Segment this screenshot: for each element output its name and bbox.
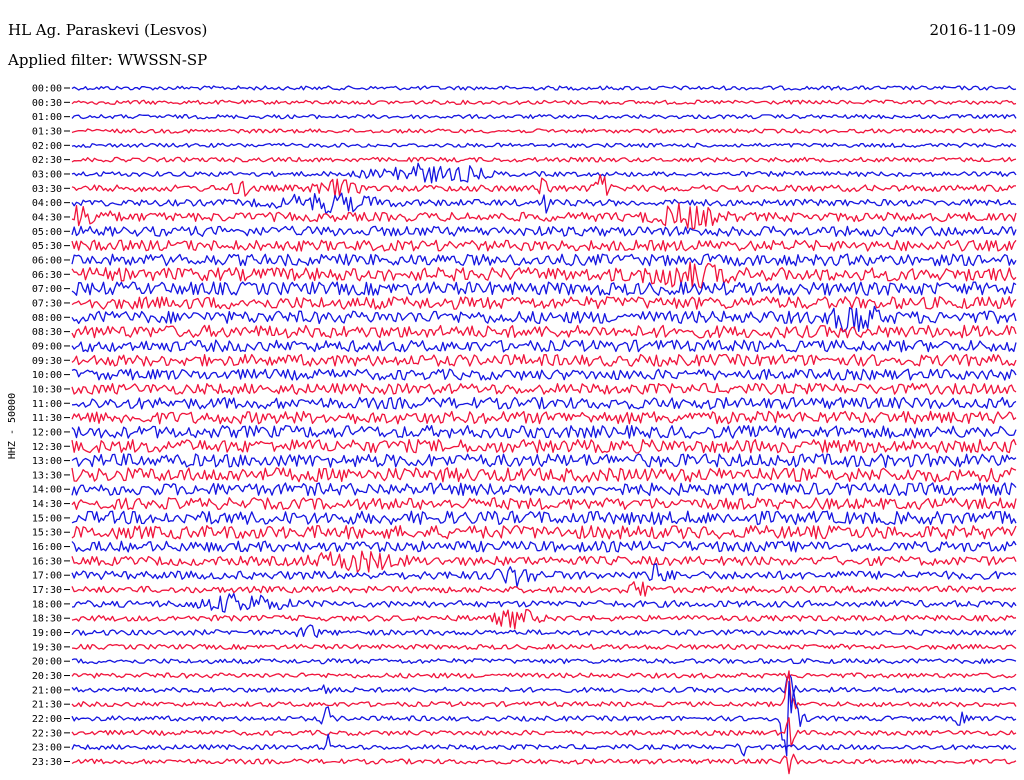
seismic-trace-line xyxy=(71,410,1017,425)
time-tick-label: 08:30 xyxy=(32,327,62,338)
helicorder-plot: 00:00 00:30 01:00 01:30 02:00 02:30 03:00 03:30… xyxy=(32,84,1017,775)
seismic-trace-line xyxy=(71,425,1017,439)
time-tick-label: 14:30 xyxy=(32,499,62,510)
seismic-trace-line xyxy=(71,382,1017,395)
time-tick-label: 17:00 xyxy=(32,571,62,582)
time-tick-label: 17:30 xyxy=(32,585,62,596)
time-tick-label: 13:30 xyxy=(32,470,62,481)
time-tick-label: 09:00 xyxy=(32,341,62,352)
time-tick-label: 19:30 xyxy=(32,642,62,653)
seismic-trace-line xyxy=(71,281,1017,296)
time-tick-label: 18:30 xyxy=(32,614,62,625)
time-tick-label: 14:00 xyxy=(32,485,62,496)
time-tick-label: 07:00 xyxy=(32,284,62,295)
time-tick-label: 00:00 xyxy=(32,84,62,95)
seismic-trace-line xyxy=(71,339,1017,353)
time-tick-label: 01:00 xyxy=(32,112,62,123)
time-tick-label: 05:00 xyxy=(32,227,62,238)
seismic-trace-line xyxy=(71,592,1017,613)
time-tick-label: 13:00 xyxy=(32,456,62,467)
time-tick-label: 16:00 xyxy=(32,542,62,553)
seismic-trace-line xyxy=(71,510,1017,526)
time-tick-label: 04:00 xyxy=(32,198,62,209)
seismic-trace-line xyxy=(71,753,1017,775)
seismic-trace-line xyxy=(71,609,1017,630)
time-tick-label: 04:30 xyxy=(32,212,62,223)
time-tick-label: 05:30 xyxy=(32,241,62,252)
time-tick-label: 02:00 xyxy=(32,141,62,152)
seismic-trace-line xyxy=(71,733,1017,757)
seismic-trace-line xyxy=(71,85,1017,91)
time-tick-label: 18:00 xyxy=(32,599,62,610)
time-tick-label: 19:00 xyxy=(32,628,62,639)
time-tick-label: 10:00 xyxy=(32,370,62,381)
seismic-trace-line xyxy=(71,324,1017,339)
seismic-trace-line xyxy=(71,540,1017,553)
seismic-trace-line xyxy=(71,717,1017,748)
time-tick-label: 06:30 xyxy=(32,270,62,281)
seismic-trace-line xyxy=(71,672,1017,679)
time-tick-label: 11:30 xyxy=(32,413,62,424)
time-tick-label: 23:00 xyxy=(32,743,62,754)
seismic-trace-line xyxy=(71,563,1017,588)
seismic-trace-line xyxy=(71,658,1017,665)
seismic-trace-line xyxy=(71,467,1017,483)
seismic-trace-line xyxy=(71,368,1017,381)
time-tick-label: 00:30 xyxy=(32,98,62,109)
time-tick-label: 20:30 xyxy=(32,671,62,682)
time-tick-label: 22:00 xyxy=(32,714,62,725)
seismic-trace-line xyxy=(72,396,1017,410)
time-tick-label: 08:00 xyxy=(32,313,62,324)
seismic-trace-line xyxy=(71,643,1017,650)
seismic-trace-line xyxy=(71,453,1017,468)
time-tick-label: 03:30 xyxy=(32,184,62,195)
time-tick-label: 16:30 xyxy=(32,556,62,567)
time-tick-label: 15:00 xyxy=(32,513,62,524)
seismic-trace-line xyxy=(71,581,1017,597)
time-tick-label: 15:30 xyxy=(32,528,62,539)
seismic-trace-line xyxy=(71,524,1017,540)
seismic-trace-line xyxy=(71,253,1017,267)
time-tick-label: 11:00 xyxy=(32,399,62,410)
seismic-trace-line xyxy=(71,353,1017,367)
time-tick-label: 03:00 xyxy=(32,169,62,180)
seismic-trace-line xyxy=(71,142,1017,149)
seismic-trace-line xyxy=(71,624,1017,638)
seismic-trace-line xyxy=(71,225,1017,237)
seismic-trace-line xyxy=(71,156,1017,163)
time-tick-label: 12:30 xyxy=(32,442,62,453)
time-tick-label: 20:00 xyxy=(32,657,62,668)
time-tick-label: 06:00 xyxy=(32,255,62,266)
time-tick-label: 22:30 xyxy=(32,728,62,739)
time-tick-label: 23:30 xyxy=(32,757,62,768)
time-tick-label: 21:00 xyxy=(32,685,62,696)
time-tick-label: 02:30 xyxy=(32,155,62,166)
seismic-trace-line xyxy=(71,113,1017,120)
seismic-trace-line xyxy=(71,202,1017,230)
seismic-trace-line xyxy=(71,482,1017,497)
seismic-trace-line xyxy=(71,128,1017,134)
time-tick-label: 09:30 xyxy=(32,356,62,367)
time-tick-label: 07:30 xyxy=(32,298,62,309)
seismic-trace-line xyxy=(71,239,1017,252)
time-tick-label: 21:30 xyxy=(32,700,62,711)
seismic-trace-line xyxy=(71,305,1017,333)
time-tick-label: 01:30 xyxy=(32,126,62,137)
seismic-trace-line xyxy=(71,438,1017,454)
seismic-trace-line xyxy=(71,680,1017,757)
time-tick-label: 10:30 xyxy=(32,384,62,395)
seismic-trace-line xyxy=(71,99,1017,106)
seismic-trace-line xyxy=(71,497,1017,510)
seismic-trace-line xyxy=(71,550,1017,573)
seismic-trace-line xyxy=(71,174,1016,198)
seismic-trace-line xyxy=(71,192,1017,215)
time-tick-label: 12:00 xyxy=(32,427,62,438)
